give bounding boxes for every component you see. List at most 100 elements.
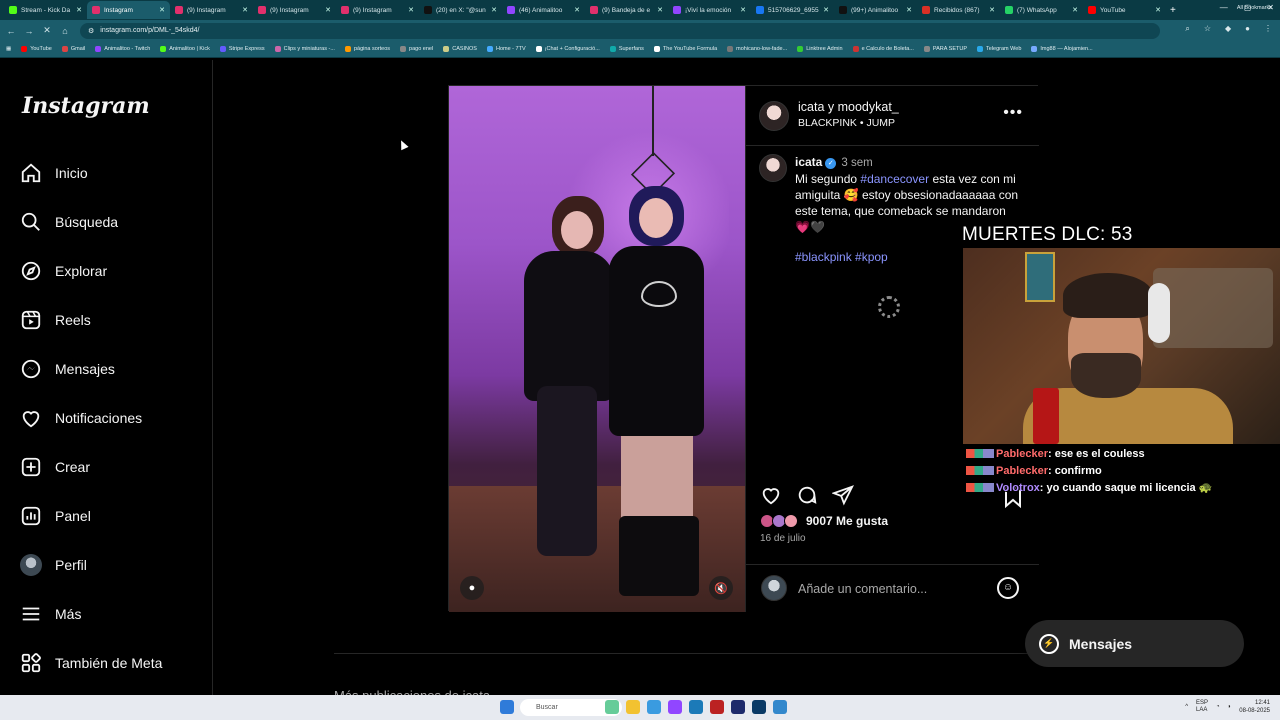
tab-close-icon[interactable]: ✕ [491,6,497,14]
browser-tab[interactable]: (7) WhatsApp ✕ [1000,1,1083,19]
apps-icon[interactable]: ▦ [6,46,11,52]
messages-button[interactable]: ⚡ Mensajes [1025,620,1244,667]
browser-tab[interactable]: Recibidos (867) ✕ [917,1,1000,19]
likes-row[interactable]: 9007 Me gusta [760,514,888,528]
sidebar-item-panel[interactable]: Panel [20,501,91,531]
tab-close-icon[interactable]: ✕ [1072,6,1078,14]
tab-close-icon[interactable]: ✕ [574,6,580,14]
url-field[interactable]: ⚙ instagram.com/p/DML-_54skd4/ [80,22,1160,39]
bookmark-item[interactable]: Home - 7TV [486,46,526,52]
more-options-icon[interactable]: ••• [1003,104,1023,122]
extensions-icon[interactable]: ◆ [1225,24,1231,34]
profile-icon[interactable]: ● [1245,24,1250,34]
all-bookmarks[interactable]: All Bookmarks [1237,5,1272,11]
tagged-users-icon[interactable]: ● [460,576,484,600]
bookmark-item[interactable]: Gmail [61,46,85,52]
wifi-icon[interactable]: ◔ [1216,704,1220,710]
hashtag-dancecover[interactable]: #dancecover [860,172,929,186]
tab-close-icon[interactable]: ✕ [159,6,165,14]
sidebar-item-también-de-meta[interactable]: También de Meta [20,648,162,678]
tab-close-icon[interactable]: ✕ [408,6,414,14]
instagram-logo[interactable]: Instagram [22,93,150,119]
mute-icon[interactable]: 🔇 [709,576,733,600]
caption-avatar[interactable] [759,154,787,182]
browser-tab[interactable]: (46) Animalitoo ✕ [502,1,585,19]
browser-tab[interactable]: 515706629_6955 ✕ [751,1,834,19]
bookmark-item[interactable]: The YouTube Formula [653,46,717,52]
caption-time[interactable]: 3 sem [841,157,872,169]
bookmark-item[interactable]: Linktree Admin [797,46,843,52]
back-icon[interactable]: ← [4,26,18,36]
author-avatar[interactable] [759,101,789,131]
audio-label[interactable]: BLACKPINK • JUMP [798,117,895,129]
sidebar-item-más[interactable]: Más [20,599,81,629]
sidebar-item-crear[interactable]: Crear [20,452,90,482]
sidebar-item-perfil[interactable]: Perfil [20,550,87,580]
emoji-picker-icon[interactable]: ☺ [997,577,1019,599]
bookmark-item[interactable]: Telegram Web [977,46,1021,52]
browser-tab[interactable]: Stream - Kick Da ✕ [4,1,87,19]
forward-icon[interactable]: → [22,26,36,36]
browser-tab[interactable]: (9) Instagram ✕ [170,1,253,19]
tab-close-icon[interactable]: ✕ [1155,6,1161,14]
tray-chevron-icon[interactable]: ^ [1185,704,1188,710]
clock[interactable]: 12:41 08-08-2025 [1239,699,1270,715]
app-icon[interactable] [710,700,724,714]
chrome-icon[interactable] [689,700,703,714]
browser-tab[interactable]: ¡Viví la emoción ✕ [668,1,751,19]
sidebar-item-búsqueda[interactable]: Búsqueda [20,207,118,237]
bookmark-item[interactable]: ¡Chat + Configuració... [535,46,600,52]
sidebar-item-mensajes[interactable]: Mensajes [20,354,115,384]
app-icon[interactable] [773,700,787,714]
site-info-icon[interactable]: ⚙ [88,27,94,35]
file-explorer-icon[interactable] [626,700,640,714]
bookmark-item[interactable]: mohicano-low-fade... [727,46,787,52]
bookmark-item[interactable]: CASINOS [443,46,477,52]
language-indicator[interactable]: ESP LAA [1196,700,1208,714]
bookmark-item[interactable]: pago enel [400,46,433,52]
bookmark-item[interactable]: Animalitoo - Twitch [95,46,150,52]
bookmark-item[interactable]: Stripe Express [219,46,265,52]
bookmark-item[interactable]: Animalitoo | Kick [160,46,210,52]
tab-close-icon[interactable]: ✕ [906,6,912,14]
tab-close-icon[interactable]: ✕ [740,6,746,14]
bookmark-item[interactable]: página sorteos [344,46,390,52]
home-icon[interactable]: ⌂ [58,26,72,36]
tab-close-icon[interactable]: ✕ [823,6,829,14]
collab-usernames[interactable]: icata y moodykat_ [798,100,899,114]
kebab-menu-icon[interactable]: ⋮ [1264,24,1272,34]
app-icon[interactable] [668,700,682,714]
post-video[interactable]: ● 🔇 [449,86,745,612]
post-date[interactable]: 16 de julio [760,533,806,544]
bookmark-item[interactable]: Superfans [609,46,644,52]
comment-input[interactable]: Añade un comentario... [798,582,927,596]
tab-close-icon[interactable]: ✕ [325,6,331,14]
bookmark-item[interactable]: Clips y miniaturas -... [274,46,335,52]
browser-tab[interactable]: Instagram ✕ [87,1,170,19]
reload-icon[interactable]: ✕ [40,25,54,36]
volume-icon[interactable]: ◗ [1228,704,1232,710]
tab-close-icon[interactable]: ✕ [76,6,82,14]
zoom-icon[interactable]: ⌕ [1185,24,1189,34]
tab-close-icon[interactable]: ✕ [657,6,663,14]
start-icon[interactable] [500,700,514,714]
likes-count[interactable]: 9007 Me gusta [806,514,888,528]
like-heart-icon[interactable] [760,484,782,506]
store-icon[interactable] [647,700,661,714]
browser-tab[interactable]: YouTube ✕ [1083,1,1166,19]
sidebar-item-notificaciones[interactable]: Notificaciones [20,403,142,433]
comment-icon[interactable] [796,484,818,506]
caption-author[interactable]: icata [795,155,822,169]
tab-close-icon[interactable]: ✕ [989,6,995,14]
browser-tab[interactable]: (9) Instagram ✕ [253,1,336,19]
browser-tab[interactable]: (9) Bandeja de e ✕ [585,1,668,19]
sidebar-item-explorar[interactable]: Explorar [20,256,107,286]
premiere-icon[interactable] [731,700,745,714]
widgets-icon[interactable] [605,700,619,714]
bookmark-item[interactable]: PARA SETUP [923,46,967,52]
share-icon[interactable] [832,484,854,506]
bookmark-item[interactable]: e Calculo de Boleta... [852,46,914,52]
star-icon[interactable]: ☆ [1204,24,1211,34]
minimize-icon[interactable]: — [1220,3,1228,12]
sidebar-item-reels[interactable]: Reels [20,305,91,335]
